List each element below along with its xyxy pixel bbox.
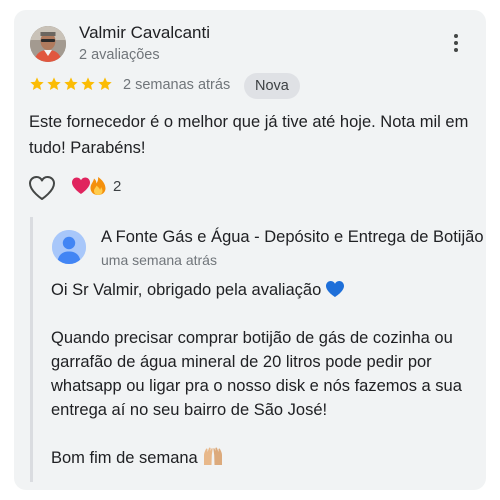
star-icon [46,76,62,92]
more-options-button[interactable] [442,28,470,58]
reply-paragraph: Quando precisar comprar botijão de gás d… [51,329,462,419]
owner-avatar[interactable] [52,230,86,264]
reply-paragraph: Bom fim de semana [51,446,481,470]
review-card: Valmir Cavalcanti 2 avaliações 2 semanas… [14,10,486,490]
like-button[interactable] [27,174,57,202]
raising-hands-emoji-icon [203,447,222,465]
star-icon [80,76,96,92]
owner-reply-text: Oi Sr Valmir, obrigado pela avaliação Qu… [51,278,481,470]
reply-paragraph: Oi Sr Valmir, obrigado pela avaliação [51,278,481,302]
author-review-count[interactable]: 2 avaliações [79,47,160,63]
fire-emoji-icon [90,177,106,195]
owner-name[interactable]: A Fonte Gás e Água - Depósito e Entrega … [101,228,484,247]
blue-heart-emoji-icon [326,281,345,297]
heart-emoji-icon [72,177,90,194]
rating-stars [29,76,113,92]
new-badge: Nova [244,73,300,99]
reactions-summary[interactable]: 2 [71,176,121,196]
default-person-avatar-icon [52,230,86,264]
user-photo-avatar-icon [30,26,66,62]
star-icon [29,76,45,92]
heart-outline-icon [29,176,55,200]
star-icon [97,76,113,92]
owner-reply-time: uma semana atrás [101,252,217,268]
review-time: 2 semanas atrás [123,77,231,93]
reactions-count: 2 [113,177,122,195]
author-avatar[interactable] [30,26,66,62]
reply-divider [30,217,33,482]
author-name[interactable]: Valmir Cavalcanti [79,23,210,43]
review-text: Este fornecedor é o melhor que já tive a… [29,113,469,157]
star-icon [63,76,79,92]
more-vertical-icon [454,34,458,38]
